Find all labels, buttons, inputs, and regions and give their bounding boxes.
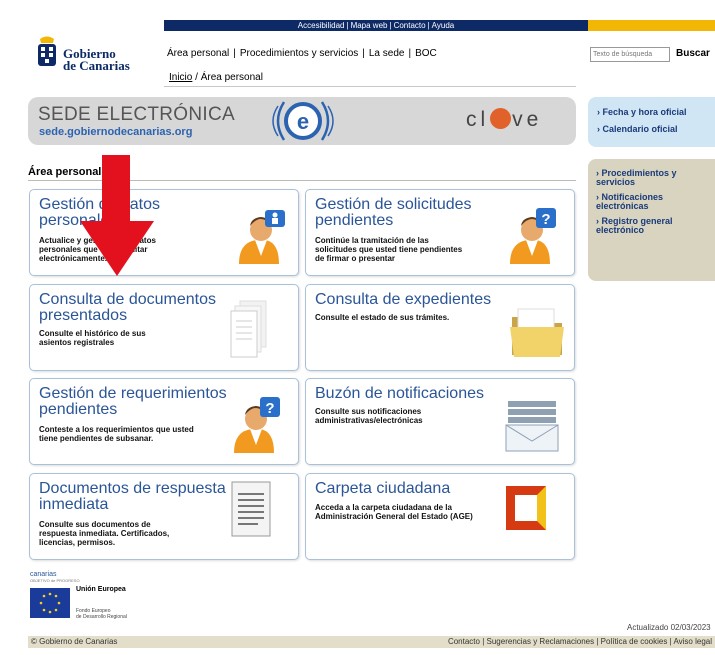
main-nav: Área personal | Procedimientos y servicios… <box>167 48 437 59</box>
card-title: Consulta de expedientes <box>315 291 492 308</box>
side-link-notificaciones[interactable]: › Notificaciones electrónicas <box>596 193 715 211</box>
carpeta-ciudadana-icon <box>506 486 546 530</box>
nav-boc[interactable]: BOC <box>415 48 437 59</box>
card-buzon-notificaciones[interactable]: Buzón de notificaciones Consulte sus not… <box>305 378 575 465</box>
banner-title: SEDE ELECTRÓNICA <box>38 104 235 125</box>
nav-procedimientos[interactable]: Procedimientos y servicios <box>240 48 358 59</box>
mailbox-icon <box>505 401 559 452</box>
gobierno-canarias-logo[interactable]: Gobierno de Canarias <box>36 32 156 78</box>
e-sede-icon: e <box>272 101 334 141</box>
card-consulta-expedientes[interactable]: Consulta de expedientes Consulte el esta… <box>305 284 575 371</box>
coat-of-arms-icon <box>38 36 56 66</box>
nav-area-personal[interactable]: Área personal <box>167 48 229 59</box>
divider <box>164 86 576 87</box>
folder-icon <box>510 308 564 357</box>
document-lines-icon <box>231 481 271 537</box>
footer: © Gobierno de Canarias Contacto | Sugere… <box>28 636 715 648</box>
side-panel-official: › Fecha y hora oficial › Calendario ofic… <box>588 97 715 147</box>
card-title: Consulta de documentos presentados <box>39 291 216 324</box>
breadcrumb: Inicio / Área personal <box>169 72 263 83</box>
search-input[interactable]: Texto de búsqueda <box>590 47 670 62</box>
canarias-logo-text: canarias <box>30 571 57 578</box>
footer-contacto-link[interactable]: Contacto <box>448 637 480 646</box>
footer-cookies-link[interactable]: Política de cookies <box>601 637 668 646</box>
search-button[interactable]: Buscar <box>676 48 710 59</box>
clave-dot-icon <box>490 108 512 129</box>
user-question-icon: ? <box>510 208 556 264</box>
sede-banner[interactable]: SEDE ELECTRÓNICA sede.gobiernodecanarias… <box>28 97 576 145</box>
svg-text:e: e <box>297 109 309 134</box>
accesibilidad-link[interactable]: Accesibilidad <box>298 21 345 30</box>
contacto-link[interactable]: Contacto <box>394 21 426 30</box>
clave-logo: cl ve <box>466 108 543 131</box>
logo-line-2: de Canarias <box>63 58 130 73</box>
mapa-web-link[interactable]: Mapa web <box>351 21 388 30</box>
card-desc: Conteste a los requerimientos que usted … <box>39 425 194 443</box>
card-gestion-requerimientos[interactable]: Gestión de requerimientos pendientes Con… <box>29 378 299 465</box>
accent-strip <box>588 20 715 31</box>
card-documentos-respuesta[interactable]: Documentos de respuesta inmediata Consul… <box>29 473 299 560</box>
svg-text:?: ? <box>265 400 274 417</box>
eu-funding-logo: canarias OBJETIVO de PROGRESO Unión Europ… <box>30 571 127 620</box>
card-desc: Acceda a la carpeta ciudadana de la Admi… <box>315 503 473 521</box>
banner-url: sede.gobiernodecanarias.org <box>39 126 193 138</box>
user-question-icon: ? <box>234 397 280 453</box>
card-title: Documentos de respuesta inmediata <box>39 480 226 513</box>
updated-date: Actualizado 02/03/2023 <box>627 623 711 632</box>
canarias-sub: OBJETIVO de PROGRESO <box>30 578 80 583</box>
side-link-procedimientos[interactable]: › Procedimientos y servicios <box>596 169 715 187</box>
card-title: Carpeta ciudadana <box>315 480 451 497</box>
breadcrumb-current: Área personal <box>200 72 263 83</box>
card-desc: Consulte el estado de sus trámites. <box>315 313 450 322</box>
card-desc: Continúe la tramitación de las solicitud… <box>315 236 463 263</box>
nav-la-sede[interactable]: La sede <box>369 48 405 59</box>
side-link-fecha-hora[interactable]: › Fecha y hora oficial <box>597 107 715 117</box>
card-gestion-solicitudes[interactable]: Gestión de solicitudes pendientes Contin… <box>305 189 575 276</box>
footer-sugerencias-link[interactable]: Sugerencias y Reclamaciones <box>487 637 595 646</box>
eu-flag-icon <box>30 588 70 618</box>
svg-text:?: ? <box>541 211 550 228</box>
ayuda-link[interactable]: Ayuda <box>432 21 455 30</box>
red-arrow-icon <box>80 155 154 276</box>
eu-label: Unión Europea <box>76 586 126 593</box>
card-title: Buzón de notificaciones <box>315 385 484 402</box>
breadcrumb-home[interactable]: Inicio <box>169 72 192 83</box>
card-desc: Consulte el histórico de sus asientos re… <box>39 329 146 347</box>
copyright: © Gobierno de Canarias <box>31 637 118 646</box>
card-title: Gestión de solicitudes pendientes <box>315 196 472 229</box>
card-gestion-datos[interactable]: Gestión de datos personales Actualice y … <box>29 189 299 276</box>
card-consulta-documentos[interactable]: Consulta de documentos presentados Consu… <box>29 284 299 371</box>
card-desc: Consulte sus documentos de respuesta inm… <box>39 520 170 547</box>
side-panel-services: › Procedimientos y servicios › Notificac… <box>588 159 715 281</box>
footer-aviso-link[interactable]: Aviso legal <box>673 637 712 646</box>
side-link-calendario[interactable]: › Calendario oficial <box>597 124 715 134</box>
documents-icon <box>230 300 267 358</box>
user-info-icon <box>239 210 285 264</box>
utility-bar: Accesibilidad | Mapa web | Contacto | Ayuda <box>164 20 588 31</box>
card-desc: Consulte sus notificaciones administrati… <box>315 407 423 425</box>
card-carpeta-ciudadana[interactable]: Carpeta ciudadana Acceda a la carpeta ci… <box>305 473 575 560</box>
side-link-registro[interactable]: › Registro general electrónico <box>596 217 715 235</box>
